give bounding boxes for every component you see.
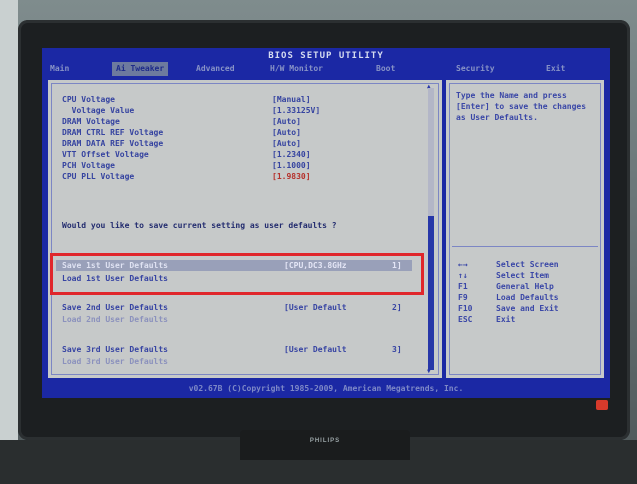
option-label: Save 3rd User Defaults (62, 345, 168, 354)
key-desc: Select Screen (496, 260, 559, 269)
power-led-icon (596, 400, 608, 410)
option-label: Save 1st User Defaults (62, 261, 168, 270)
setting-value: [1.2340] (272, 150, 311, 159)
help-panel: Type the Name and press [Enter] to save … (446, 80, 604, 378)
setting-label: CPU Voltage (62, 95, 115, 104)
setting-row[interactable]: CPU Voltage [Manual] (62, 94, 311, 105)
setting-value: [1.1000] (272, 161, 311, 170)
setting-label: VTT Offset Voltage (62, 150, 149, 159)
bios-screen: BIOS SETUP UTILITY Main Ai Tweaker Advan… (42, 48, 610, 398)
setting-row[interactable]: Voltage Value [1.33125V] (62, 105, 321, 116)
save-2nd-user-defaults[interactable]: Save 2nd User Defaults [User Default 2] (62, 302, 402, 313)
option-number: 1] (392, 261, 402, 270)
monitor-stand (240, 430, 410, 460)
key-name: F10 (458, 304, 473, 313)
option-value: [CPU,DC3.8GHz (284, 261, 347, 270)
key-name: ↑↓ (458, 271, 468, 280)
key-name: F1 (458, 282, 468, 291)
menu-exit[interactable]: Exit (542, 62, 569, 76)
option-value: [User Default (284, 345, 347, 354)
key-legend-item: F1 General Help (458, 282, 554, 292)
save-1st-user-defaults[interactable]: Save 1st User Defaults [CPU,DC3.8GHz 1] (56, 260, 412, 271)
key-legend-item: F9 Load Defaults (458, 293, 559, 303)
setting-row[interactable]: CPU PLL Voltage [1.9830] (62, 171, 311, 182)
setting-row[interactable]: DRAM DATA REF Voltage [Auto] (62, 138, 301, 149)
setting-value: [Auto] (272, 128, 301, 137)
settings-panel: CPU Voltage [Manual] Voltage Value [1.33… (48, 80, 442, 378)
key-name: ESC (458, 315, 473, 324)
help-divider (452, 246, 598, 247)
menu-ai-tweaker[interactable]: Ai Tweaker (112, 62, 169, 76)
option-value: [User Default (284, 303, 347, 312)
save-3rd-user-defaults[interactable]: Save 3rd User Defaults [User Default 3] (62, 344, 402, 355)
key-legend-item: ESC Exit (458, 315, 515, 325)
setting-label: DRAM CTRL REF Voltage (62, 128, 164, 137)
setting-value: [Auto] (272, 139, 301, 148)
setting-row[interactable]: DRAM CTRL REF Voltage [Auto] (62, 127, 301, 138)
save-defaults-prompt: Would you like to save current setting a… (62, 221, 337, 230)
key-legend-item: F10 Save and Exit (458, 304, 559, 314)
menu-main[interactable]: Main (46, 62, 73, 76)
load-2nd-user-defaults[interactable]: Load 2nd User Defaults (62, 314, 168, 325)
setting-row[interactable]: PCH Voltage [1.1000] (62, 160, 311, 171)
setting-row[interactable]: VTT Offset Voltage [1.2340] (62, 149, 311, 160)
key-desc: Save and Exit (496, 304, 559, 313)
key-desc: Select Item (496, 271, 549, 280)
setting-row[interactable]: DRAM Voltage [Auto] (62, 116, 301, 127)
option-number: 3] (392, 345, 402, 354)
setting-label: PCH Voltage (62, 161, 115, 170)
load-1st-user-defaults[interactable]: Load 1st User Defaults (62, 273, 168, 284)
setting-value: [Auto] (272, 117, 301, 126)
setting-value: [Manual] (272, 95, 311, 104)
load-3rd-user-defaults[interactable]: Load 3rd User Defaults (62, 356, 168, 367)
menu-boot[interactable]: Boot (372, 62, 399, 76)
key-name: ←→ (458, 260, 468, 269)
setting-value: [1.33125V] (272, 106, 321, 115)
key-legend-item: ↑↓ Select Item (458, 271, 549, 281)
key-desc: Load Defaults (496, 293, 559, 302)
bios-footer: v02.67B (C)Copyright 1985-2009, American… (188, 384, 464, 393)
scroll-down-arrow-icon[interactable]: ▼ (427, 368, 431, 375)
option-number: 2] (392, 303, 402, 312)
menu-advanced[interactable]: Advanced (192, 62, 239, 76)
menu-hw-monitor[interactable]: H/W Monitor (266, 62, 327, 76)
settings-scrollbar[interactable] (428, 88, 434, 370)
setting-label: DRAM DATA REF Voltage (62, 139, 164, 148)
bios-title: BIOS SETUP UTILITY (268, 51, 384, 61)
monitor-brand: PHILIPS (309, 438, 341, 444)
bios-menubar: Main Ai Tweaker Advanced H/W Monitor Boo… (42, 62, 610, 76)
scrollbar-thumb[interactable] (428, 216, 434, 370)
help-panel-border (449, 83, 601, 375)
setting-label: DRAM Voltage (62, 117, 120, 126)
option-label: Save 2nd User Defaults (62, 303, 168, 312)
background-edge (0, 0, 18, 484)
setting-label: Voltage Value (62, 106, 135, 115)
menu-security[interactable]: Security (452, 62, 499, 76)
key-desc: General Help (496, 282, 554, 291)
setting-label: CPU PLL Voltage (62, 172, 135, 181)
key-name: F9 (458, 293, 468, 302)
help-text: Type the Name and press [Enter] to save … (456, 91, 587, 122)
setting-value: [1.9830] (272, 172, 311, 181)
key-desc: Exit (496, 315, 516, 324)
key-legend-item: ←→ Select Screen (458, 260, 559, 270)
